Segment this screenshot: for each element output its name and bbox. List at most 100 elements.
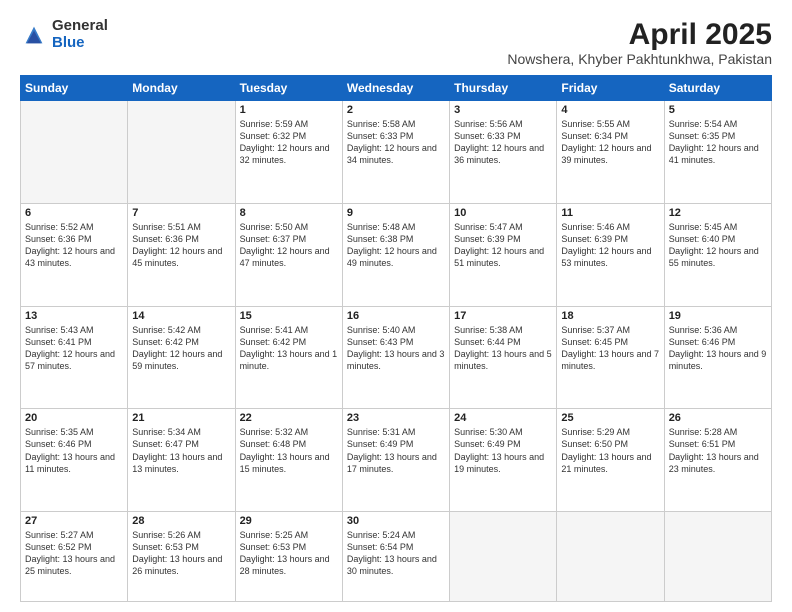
- page: General Blue April 2025 Nowshera, Khyber…: [0, 0, 792, 612]
- logo-blue: Blue: [52, 34, 85, 51]
- logo-text: General Blue: [52, 18, 108, 51]
- day-number: 14: [132, 310, 230, 322]
- day-number: 25: [561, 412, 659, 424]
- logo-general: General: [52, 17, 108, 34]
- calendar-cell: 27 Sunrise: 5:27 AMSunset: 6:52 PMDayligh…: [21, 512, 128, 602]
- calendar-cell: 18 Sunrise: 5:37 AMSunset: 6:45 PMDayligh…: [557, 306, 664, 409]
- calendar-cell: 19 Sunrise: 5:36 AMSunset: 6:46 PMDayligh…: [664, 306, 771, 409]
- day-info: Sunrise: 5:27 AMSunset: 6:52 PMDaylight:…: [25, 529, 123, 578]
- day-number: 23: [347, 412, 445, 424]
- day-info: Sunrise: 5:36 AMSunset: 6:46 PMDaylight:…: [669, 324, 767, 373]
- day-number: 2: [347, 104, 445, 116]
- day-info: Sunrise: 5:43 AMSunset: 6:41 PMDaylight:…: [25, 324, 123, 373]
- title-block: April 2025 Nowshera, Khyber Pakhtunkhwa,…: [507, 18, 772, 67]
- day-number: 10: [454, 207, 552, 219]
- day-number: 15: [240, 310, 338, 322]
- calendar-week-2: 6 Sunrise: 5:52 AMSunset: 6:36 PMDaylight…: [21, 203, 772, 306]
- day-number: 6: [25, 207, 123, 219]
- calendar-cell: 17 Sunrise: 5:38 AMSunset: 6:44 PMDayligh…: [450, 306, 557, 409]
- header: General Blue April 2025 Nowshera, Khyber…: [20, 18, 772, 67]
- col-monday: Monday: [128, 76, 235, 101]
- day-number: 13: [25, 310, 123, 322]
- day-info: Sunrise: 5:48 AMSunset: 6:38 PMDaylight:…: [347, 221, 445, 270]
- day-info: Sunrise: 5:58 AMSunset: 6:33 PMDaylight:…: [347, 118, 445, 167]
- day-number: 9: [347, 207, 445, 219]
- day-number: 27: [25, 515, 123, 527]
- day-info: Sunrise: 5:32 AMSunset: 6:48 PMDaylight:…: [240, 426, 338, 475]
- day-info: Sunrise: 5:50 AMSunset: 6:37 PMDaylight:…: [240, 221, 338, 270]
- calendar-week-3: 13 Sunrise: 5:43 AMSunset: 6:41 PMDayligh…: [21, 306, 772, 409]
- calendar-week-1: 1 Sunrise: 5:59 AMSunset: 6:32 PMDaylight…: [21, 101, 772, 204]
- calendar-table: Sunday Monday Tuesday Wednesday Thursday…: [20, 75, 772, 602]
- day-info: Sunrise: 5:59 AMSunset: 6:32 PMDaylight:…: [240, 118, 338, 167]
- day-info: Sunrise: 5:56 AMSunset: 6:33 PMDaylight:…: [454, 118, 552, 167]
- calendar-cell: 7 Sunrise: 5:51 AMSunset: 6:36 PMDaylight…: [128, 203, 235, 306]
- col-sunday: Sunday: [21, 76, 128, 101]
- day-info: Sunrise: 5:52 AMSunset: 6:36 PMDaylight:…: [25, 221, 123, 270]
- calendar-cell: 9 Sunrise: 5:48 AMSunset: 6:38 PMDaylight…: [342, 203, 449, 306]
- calendar-cell: 4Sunrise: 5:55 AMSunset: 6:34 PMDaylight…: [557, 101, 664, 204]
- day-info: Sunrise: 5:40 AMSunset: 6:43 PMDaylight:…: [347, 324, 445, 373]
- logo-icon: [20, 21, 48, 49]
- calendar-title: April 2025: [507, 18, 772, 51]
- calendar-cell: [664, 512, 771, 602]
- day-number: 7: [132, 207, 230, 219]
- calendar-cell: 1 Sunrise: 5:59 AMSunset: 6:32 PMDaylight…: [235, 101, 342, 204]
- day-info: Sunrise: 5:35 AMSunset: 6:46 PMDaylight:…: [25, 426, 123, 475]
- calendar-cell: 12Sunrise: 5:45 AMSunset: 6:40 PMDayligh…: [664, 203, 771, 306]
- calendar-cell: 21 Sunrise: 5:34 AMSunset: 6:47 PMDayligh…: [128, 409, 235, 512]
- day-info: Sunrise: 5:30 AMSunset: 6:49 PMDaylight:…: [454, 426, 552, 475]
- day-number: 21: [132, 412, 230, 424]
- day-number: 4: [561, 104, 659, 116]
- day-number: 22: [240, 412, 338, 424]
- day-info: Sunrise: 5:51 AMSunset: 6:36 PMDaylight:…: [132, 221, 230, 270]
- day-number: 12: [669, 207, 767, 219]
- day-number: 30: [347, 515, 445, 527]
- day-number: 26: [669, 412, 767, 424]
- calendar-cell: 3Sunrise: 5:56 AMSunset: 6:33 PMDaylight…: [450, 101, 557, 204]
- calendar-subtitle: Nowshera, Khyber Pakhtunkhwa, Pakistan: [507, 51, 772, 67]
- day-number: 1: [240, 104, 338, 116]
- calendar-cell: 15Sunrise: 5:41 AMSunset: 6:42 PMDayligh…: [235, 306, 342, 409]
- calendar-cell: 8 Sunrise: 5:50 AMSunset: 6:37 PMDaylight…: [235, 203, 342, 306]
- calendar-week-5: 27 Sunrise: 5:27 AMSunset: 6:52 PMDayligh…: [21, 512, 772, 602]
- day-info: Sunrise: 5:25 AMSunset: 6:53 PMDaylight:…: [240, 529, 338, 578]
- col-friday: Friday: [557, 76, 664, 101]
- day-info: Sunrise: 5:31 AMSunset: 6:49 PMDaylight:…: [347, 426, 445, 475]
- day-number: 16: [347, 310, 445, 322]
- day-number: 17: [454, 310, 552, 322]
- day-number: 5: [669, 104, 767, 116]
- col-saturday: Saturday: [664, 76, 771, 101]
- day-number: 24: [454, 412, 552, 424]
- calendar-cell: 2 Sunrise: 5:58 AMSunset: 6:33 PMDaylight…: [342, 101, 449, 204]
- col-wednesday: Wednesday: [342, 76, 449, 101]
- day-info: Sunrise: 5:34 AMSunset: 6:47 PMDaylight:…: [132, 426, 230, 475]
- calendar-cell: 6 Sunrise: 5:52 AMSunset: 6:36 PMDaylight…: [21, 203, 128, 306]
- calendar-cell: 29 Sunrise: 5:25 AMSunset: 6:53 PMDayligh…: [235, 512, 342, 602]
- logo: General Blue: [20, 18, 108, 51]
- day-number: 29: [240, 515, 338, 527]
- calendar-cell: 10Sunrise: 5:47 AMSunset: 6:39 PMDayligh…: [450, 203, 557, 306]
- day-info: Sunrise: 5:54 AMSunset: 6:35 PMDaylight:…: [669, 118, 767, 167]
- calendar-cell: 22 Sunrise: 5:32 AMSunset: 6:48 PMDayligh…: [235, 409, 342, 512]
- day-number: 11: [561, 207, 659, 219]
- calendar-cell: [450, 512, 557, 602]
- day-info: Sunrise: 5:26 AMSunset: 6:53 PMDaylight:…: [132, 529, 230, 578]
- day-info: Sunrise: 5:38 AMSunset: 6:44 PMDaylight:…: [454, 324, 552, 373]
- day-info: Sunrise: 5:37 AMSunset: 6:45 PMDaylight:…: [561, 324, 659, 373]
- col-thursday: Thursday: [450, 76, 557, 101]
- calendar-cell: 20 Sunrise: 5:35 AMSunset: 6:46 PMDayligh…: [21, 409, 128, 512]
- calendar-cell: 23 Sunrise: 5:31 AMSunset: 6:49 PMDayligh…: [342, 409, 449, 512]
- day-number: 19: [669, 310, 767, 322]
- calendar-cell: 26 Sunrise: 5:28 AMSunset: 6:51 PMDayligh…: [664, 409, 771, 512]
- calendar-cell: 11Sunrise: 5:46 AMSunset: 6:39 PMDayligh…: [557, 203, 664, 306]
- day-number: 8: [240, 207, 338, 219]
- day-info: Sunrise: 5:29 AMSunset: 6:50 PMDaylight:…: [561, 426, 659, 475]
- calendar-cell: 25 Sunrise: 5:29 AMSunset: 6:50 PMDayligh…: [557, 409, 664, 512]
- day-number: 18: [561, 310, 659, 322]
- day-info: Sunrise: 5:28 AMSunset: 6:51 PMDaylight:…: [669, 426, 767, 475]
- day-number: 20: [25, 412, 123, 424]
- calendar-cell: [128, 101, 235, 204]
- day-number: 28: [132, 515, 230, 527]
- calendar-cell: [557, 512, 664, 602]
